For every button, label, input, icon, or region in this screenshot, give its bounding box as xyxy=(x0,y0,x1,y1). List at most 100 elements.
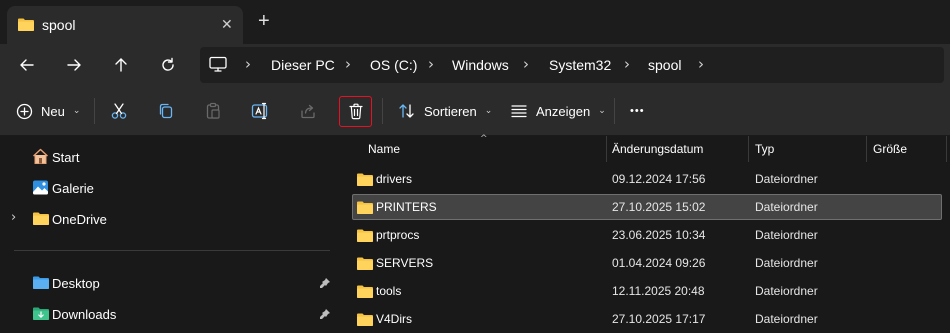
sort-ascending-icon: ^ xyxy=(480,134,488,144)
sort-button[interactable]: Sortieren ⌄ xyxy=(398,99,492,123)
breadcrumb-dieser-pc[interactable]: Dieser PC xyxy=(271,57,335,73)
chevron-right-icon[interactable]: › xyxy=(11,210,16,225)
view-list-icon xyxy=(511,105,527,118)
clipboard-icon xyxy=(206,102,220,119)
sidebar-divider xyxy=(14,250,330,251)
sidebar-item-desktop[interactable]: Desktop xyxy=(0,269,333,297)
refresh-icon[interactable] xyxy=(155,52,181,78)
sidebar-item-label: Desktop xyxy=(52,275,100,291)
desktop-folder-icon xyxy=(33,276,49,289)
folder-icon xyxy=(357,229,373,242)
file-type: Dateiordner xyxy=(755,284,818,298)
address-bar[interactable]: › Dieser PC › OS (C:) › Windows › System… xyxy=(200,47,944,83)
column-divider[interactable] xyxy=(748,136,749,162)
more-options-button[interactable]: ••• xyxy=(630,99,645,123)
paste-button[interactable] xyxy=(204,99,222,123)
pin-icon[interactable] xyxy=(319,308,331,320)
scissors-icon xyxy=(111,103,127,119)
file-type: Dateiordner xyxy=(755,200,818,214)
table-row[interactable]: tools 12.11.2025 20:48 Dateiordner xyxy=(352,278,942,304)
folder-icon xyxy=(357,257,373,270)
folder-icon xyxy=(17,17,35,37)
new-tab-button[interactable]: + xyxy=(258,11,270,31)
column-header-type[interactable]: Typ xyxy=(755,142,774,156)
view-button[interactable]: Anzeigen ⌄ xyxy=(510,99,606,123)
column-divider[interactable] xyxy=(866,136,867,162)
breadcrumb-os-c[interactable]: OS (C:) xyxy=(370,57,417,73)
sidebar-item-onedrive[interactable]: › OneDrive xyxy=(0,205,333,233)
column-divider[interactable] xyxy=(606,136,607,162)
view-label: Anzeigen xyxy=(536,103,591,119)
file-type: Dateiordner xyxy=(755,312,818,326)
breadcrumb-separator[interactable]: › xyxy=(428,55,434,73)
table-row-selected[interactable]: PRINTERS 27.10.2025 15:02 Dateiordner xyxy=(352,194,942,220)
breadcrumb-separator[interactable]: › xyxy=(345,55,351,73)
sidebar-item-galerie[interactable]: Galerie xyxy=(0,174,333,202)
toolbar-divider xyxy=(382,98,383,124)
up-arrow-icon[interactable] xyxy=(108,52,134,78)
folder-icon xyxy=(357,285,373,298)
forward-arrow-icon[interactable] xyxy=(61,52,87,78)
share-icon xyxy=(301,104,315,119)
file-date: 01.04.2024 09:26 xyxy=(612,256,706,270)
navigation-pane: Start Galerie › OneDrive Desktop Downloa… xyxy=(0,136,333,333)
file-type: Dateiordner xyxy=(755,256,818,270)
toolbar-divider xyxy=(614,98,615,124)
rename-button[interactable] xyxy=(251,99,271,123)
copy-icon xyxy=(159,103,173,119)
computer-icon[interactable] xyxy=(209,56,227,78)
file-date: 27.10.2025 15:02 xyxy=(612,200,706,214)
sidebar-item-label: Start xyxy=(52,149,80,165)
folder-icon xyxy=(357,201,373,214)
table-row[interactable]: prtprocs 23.06.2025 10:34 Dateiordner xyxy=(352,222,942,248)
folder-icon xyxy=(357,313,373,326)
breadcrumb-spool[interactable]: spool xyxy=(648,57,681,73)
toolbar-divider xyxy=(94,98,95,124)
breadcrumb-separator[interactable]: › xyxy=(523,55,529,73)
file-type: Dateiordner xyxy=(755,228,818,242)
sidebar-item-downloads[interactable]: Downloads xyxy=(0,300,333,328)
close-icon[interactable]: ✕ xyxy=(221,16,233,33)
column-header-size[interactable]: Größe xyxy=(873,142,907,156)
tab-spool[interactable]: spool ✕ xyxy=(7,6,243,44)
file-name: tools xyxy=(376,284,402,298)
breadcrumb-windows[interactable]: Windows xyxy=(452,57,509,73)
table-row[interactable]: drivers 09.12.2024 17:56 Dateiordner xyxy=(352,166,942,192)
breadcrumb-system32[interactable]: System32 xyxy=(549,57,611,73)
column-divider[interactable] xyxy=(946,136,947,162)
file-name: prtprocs xyxy=(376,228,420,242)
file-name: drivers xyxy=(376,172,413,186)
share-button[interactable] xyxy=(299,99,317,123)
column-header-date[interactable]: Änderungsdatum xyxy=(612,142,703,156)
table-row[interactable]: V4Dirs 27.10.2025 17:17 Dateiordner xyxy=(352,306,942,332)
new-button[interactable]: Neu ⌄ xyxy=(16,99,80,123)
delete-button[interactable] xyxy=(339,96,372,127)
home-icon xyxy=(33,148,48,164)
breadcrumb-separator[interactable]: › xyxy=(624,55,630,73)
folder-icon xyxy=(33,212,49,225)
cut-button[interactable] xyxy=(110,99,128,123)
table-row[interactable]: SERVERS 01.04.2024 09:26 Dateiordner xyxy=(352,250,942,276)
sidebar-item-start[interactable]: Start xyxy=(0,143,333,171)
file-list: ^ Name Änderungsdatum Typ Größe drivers … xyxy=(335,134,950,333)
file-date: 23.06.2025 10:34 xyxy=(612,228,706,242)
pin-icon[interactable] xyxy=(319,277,331,289)
file-date: 27.10.2025 17:17 xyxy=(612,312,706,326)
chevron-down-icon: ⌄ xyxy=(484,106,493,116)
file-name: PRINTERS xyxy=(376,200,437,214)
navigation-bar: › Dieser PC › OS (C:) › Windows › System… xyxy=(0,44,950,86)
chevron-down-icon: ⌄ xyxy=(72,106,81,116)
breadcrumb-separator[interactable]: › xyxy=(698,55,704,73)
command-bar: Neu ⌄ Sortieren ⌄ Anzeigen ⌄ ••• xyxy=(0,86,950,136)
file-date: 09.12.2024 17:56 xyxy=(612,172,706,186)
copy-button[interactable] xyxy=(157,99,175,123)
column-header-name[interactable]: Name xyxy=(368,142,400,156)
sidebar-item-label: OneDrive xyxy=(52,211,107,227)
breadcrumb-separator[interactable]: › xyxy=(245,55,251,73)
file-type: Dateiordner xyxy=(755,172,818,186)
tab-title: spool xyxy=(42,17,76,33)
trash-icon xyxy=(348,103,363,120)
back-arrow-icon[interactable] xyxy=(14,52,40,78)
file-name: SERVERS xyxy=(376,256,434,270)
sidebar-item-label: Downloads xyxy=(52,306,117,322)
